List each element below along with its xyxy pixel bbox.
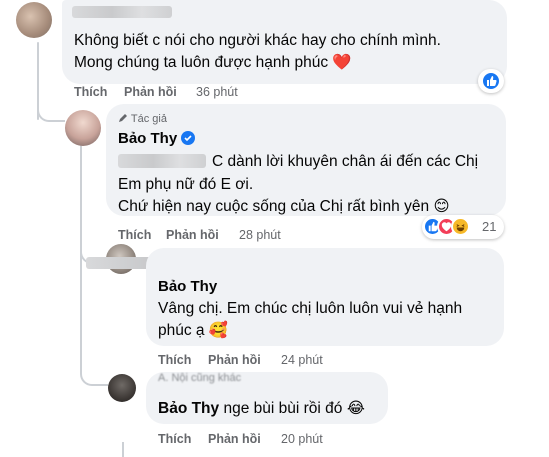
reply-button[interactable]: Phản hồi (124, 85, 177, 99)
thread-curve-reply2 (80, 360, 108, 386)
mention-tag[interactable]: Bảo Thy (158, 400, 219, 417)
avatar[interactable] (65, 110, 101, 146)
timestamp[interactable]: 36 phút (196, 85, 238, 99)
comment-text: Chứ hiện nay cuộc sống của Chị rất bình … (118, 198, 450, 215)
comment-text: Em phụ nữ đó E ơi. (118, 176, 254, 193)
reply-button[interactable]: Phản hồi (166, 228, 219, 242)
like-button[interactable]: Thích (158, 432, 191, 446)
thread-line-sub2 (80, 260, 82, 370)
laugh-emoji: 😂 (346, 400, 365, 417)
comment-text: Không biết c nói cho người khác hay cho … (74, 32, 441, 49)
heart-emoji: ❤️ (332, 54, 352, 71)
author-badge-row: Tác giả (118, 113, 167, 125)
smile-emoji: 😊 (433, 198, 450, 215)
like-button[interactable]: Thích (74, 85, 107, 99)
avatar[interactable] (108, 374, 136, 402)
like-button[interactable]: Thích (118, 228, 151, 242)
timestamp[interactable]: 28 phút (239, 228, 281, 242)
reply-text: phúc ạ 🥰 (158, 322, 229, 339)
reply-button[interactable]: Phản hồi (208, 432, 261, 446)
author-name[interactable]: Bảo Thy (158, 278, 217, 295)
pencil-icon (118, 113, 128, 123)
verified-badge-icon (181, 131, 196, 145)
reply-text: Vâng chị. Em chúc chị luôn luôn vui vẻ h… (158, 300, 463, 317)
love-face-emoji: 🥰 (208, 322, 229, 339)
blurred-mention (118, 154, 206, 168)
like-button[interactable]: Thích (158, 353, 191, 367)
comment-text: C dành lời khuyên chân ái đến các Chị (212, 153, 479, 170)
author-name[interactable]: Bảo Thy (118, 130, 196, 147)
blurred-name (72, 6, 172, 18)
avatar[interactable] (16, 2, 52, 38)
haha-icon (451, 217, 470, 236)
like-icon (481, 71, 501, 91)
thread-curve-main (37, 96, 65, 122)
reaction-chip[interactable]: 21 (422, 215, 504, 239)
reaction-chip[interactable] (478, 69, 504, 93)
partial-header: A. Nội cũng khác (158, 372, 242, 384)
reply-button[interactable]: Phản hồi (208, 353, 261, 367)
reaction-count: 21 (482, 219, 497, 234)
timestamp[interactable]: 24 phút (281, 353, 323, 367)
reply-text: Bảo Thy nge bùi bùi rồi đó 😂 (158, 400, 365, 417)
comment-text: Mong chúng ta luôn được hạnh phúc ❤️ (74, 54, 352, 71)
timestamp[interactable]: 20 phút (281, 432, 323, 446)
thread-line-bottom (122, 442, 124, 457)
